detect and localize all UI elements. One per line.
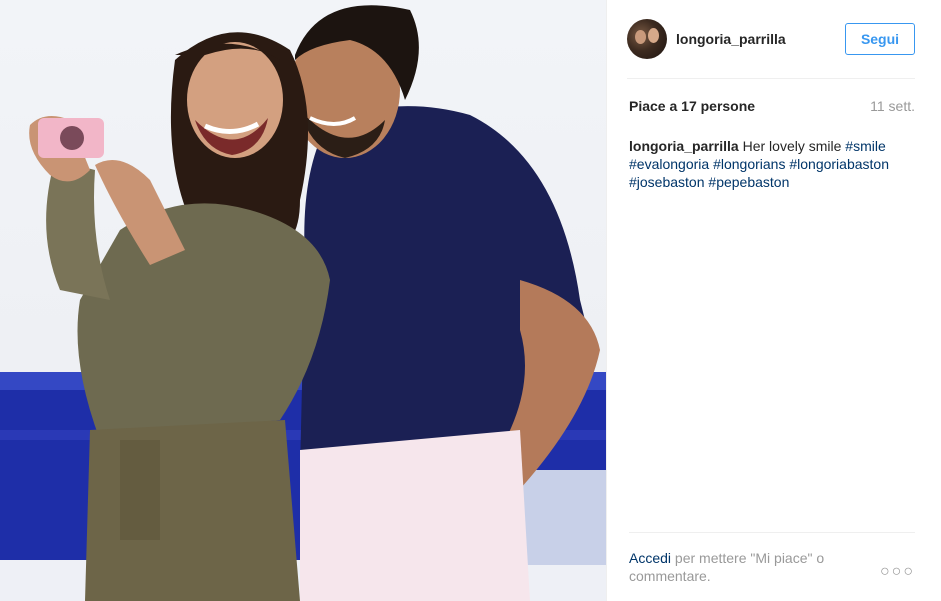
likes-row: Piace a 17 persone 11 sett. — [629, 98, 915, 114]
hashtag-link[interactable]: #longoriabaston — [789, 156, 889, 172]
hashtag-link[interactable]: #pepebaston — [708, 174, 789, 190]
follow-button[interactable]: Segui — [845, 23, 915, 55]
header-username[interactable]: longoria_parrilla — [676, 31, 786, 47]
post-photo[interactable] — [0, 0, 606, 601]
avatar-icon[interactable] — [627, 19, 667, 59]
more-options-icon[interactable]: ○○○ — [880, 563, 915, 581]
instagram-post: longoria_parrilla Segui Piace a 17 perso… — [0, 0, 941, 601]
post-header: longoria_parrilla Segui — [627, 0, 915, 79]
hashtag-link[interactable]: #evalongoria — [629, 156, 709, 172]
caption-username[interactable]: longoria_parrilla — [629, 138, 739, 154]
photo-illustration — [0, 5, 606, 601]
caption-text: Her lovely smile — [742, 138, 842, 154]
hashtag-link[interactable]: #josebaston — [629, 174, 705, 190]
post-caption: longoria_parrilla Her lovely smile #smil… — [629, 137, 915, 191]
woman-shorts — [85, 420, 300, 601]
post-side-panel: longoria_parrilla Segui Piace a 17 perso… — [606, 0, 941, 601]
hashtag-link[interactable]: #longorians — [713, 156, 785, 172]
man-pants — [300, 430, 530, 601]
post-footer: Accedi per mettere "Mi piace" o commenta… — [629, 532, 915, 585]
post-timestamp[interactable]: 11 sett. — [870, 98, 915, 114]
login-prompt: Accedi per mettere "Mi piace" o commenta… — [629, 549, 849, 585]
hashtag-link[interactable]: #smile — [845, 138, 885, 154]
likes-count[interactable]: Piace a 17 persone — [629, 98, 755, 114]
login-link[interactable]: Accedi — [629, 550, 671, 566]
